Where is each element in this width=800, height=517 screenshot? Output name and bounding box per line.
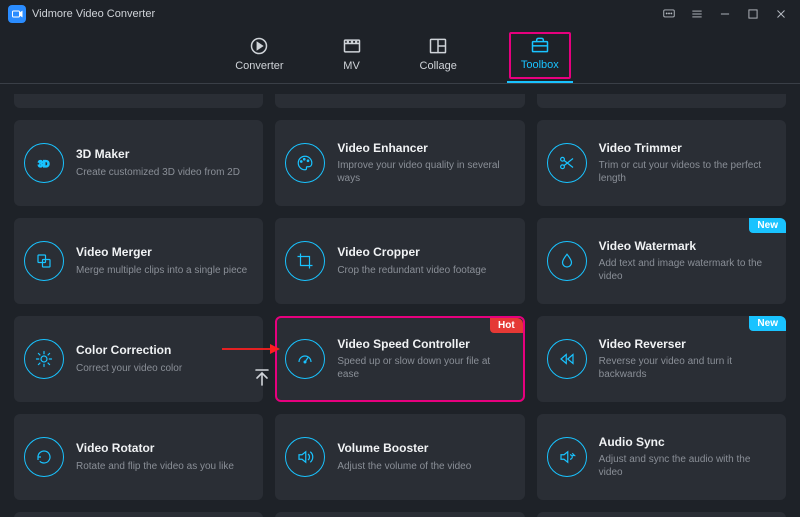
tool-title: Video Rotator [76,441,251,455]
tool-desc: Speed up or slow down your file at ease [337,355,512,381]
title-bar: Vidmore Video Converter [0,0,800,28]
audio-sync-icon [547,437,587,477]
row-cutoff-bottom [14,512,786,517]
tool-desc: Trim or cut your videos to the perfect l… [599,159,774,185]
tool-color-correction[interactable]: Color Correction Correct your video colo… [14,316,263,402]
rotate-icon [24,437,64,477]
tool-video-trimmer[interactable]: Video Trimmer Trim or cut your videos to… [537,120,786,206]
close-button[interactable] [774,7,788,21]
tool-title: Video Cropper [337,245,512,259]
tab-mv[interactable]: MV [336,34,368,78]
tab-collage[interactable]: Collage [414,34,463,78]
tool-grid: 3D 3D Maker Create customized 3D video f… [14,120,786,500]
feedback-icon[interactable] [662,7,676,21]
tool-title: Video Reverser [599,337,774,351]
app-logo-icon [8,5,26,23]
tool-volume-booster[interactable]: Volume Booster Adjust the volume of the … [275,414,524,500]
tool-title: Video Watermark [599,239,774,253]
tool-title: Video Merger [76,245,251,259]
crop-icon [285,241,325,281]
badge-new: New [749,218,786,233]
tool-title: Color Correction [76,343,251,357]
menu-icon[interactable] [690,7,704,21]
toolbox-content: 3D 3D Maker Create customized 3D video f… [0,86,800,517]
tool-3d-maker[interactable]: 3D 3D Maker Create customized 3D video f… [14,120,263,206]
rewind-icon [547,339,587,379]
merge-icon [24,241,64,281]
3d-icon: 3D [24,143,64,183]
tool-title: Video Trimmer [599,141,774,155]
app-title: Vidmore Video Converter [32,8,155,20]
tool-title: Audio Sync [599,435,774,449]
maximize-button[interactable] [746,7,760,21]
tool-video-rotator[interactable]: Video Rotator Rotate and flip the video … [14,414,263,500]
row-cutoff-top [14,94,786,108]
tool-title: Video Enhancer [337,141,512,155]
tool-desc: Correct your video color [76,362,251,375]
tool-video-reverser[interactable]: New Video Reverser Reverse your video an… [537,316,786,402]
minimize-button[interactable] [718,7,732,21]
window-controls [662,7,792,21]
tab-toolbox[interactable]: Toolbox [509,32,571,79]
tool-desc: Adjust and sync the audio with the video [599,453,774,479]
tool-desc: Merge multiple clips into a single piece [76,264,251,277]
tool-desc: Improve your video quality in several wa… [337,159,512,185]
tool-video-watermark[interactable]: New Video Watermark Add text and image w… [537,218,786,304]
tool-title: 3D Maker [76,147,251,161]
tool-video-cropper[interactable]: Video Cropper Crop the redundant video f… [275,218,524,304]
tab-label: Collage [420,60,457,72]
tool-title: Volume Booster [337,441,512,455]
tab-label: Converter [235,60,283,72]
tool-desc: Reverse your video and turn it backwards [599,355,774,381]
tool-title: Video Speed Controller [337,337,512,351]
tool-desc: Crop the redundant video footage [337,264,512,277]
badge-hot: Hot [490,318,523,333]
tool-audio-sync[interactable]: Audio Sync Adjust and sync the audio wit… [537,414,786,500]
tool-desc: Rotate and flip the video as you like [76,460,251,473]
tab-converter[interactable]: Converter [229,34,289,78]
tab-label: Toolbox [521,59,559,71]
badge-new: New [749,316,786,331]
tool-video-speed-controller[interactable]: Hot Video Speed Controller Speed up or s… [275,316,524,402]
scissors-icon [547,143,587,183]
main-tabs: Converter MV Collage Toolbox [0,28,800,84]
tool-video-merger[interactable]: Video Merger Merge multiple clips into a… [14,218,263,304]
speaker-icon [285,437,325,477]
svg-text:3D: 3D [38,159,50,169]
tool-video-enhancer[interactable]: Video Enhancer Improve your video qualit… [275,120,524,206]
tool-desc: Adjust the volume of the video [337,460,512,473]
tab-label: MV [343,60,360,72]
tool-desc: Add text and image watermark to the vide… [599,257,774,283]
droplet-icon [547,241,587,281]
gauge-icon [285,339,325,379]
tool-desc: Create customized 3D video from 2D [76,166,251,179]
palette-icon [285,143,325,183]
sun-icon [24,339,64,379]
